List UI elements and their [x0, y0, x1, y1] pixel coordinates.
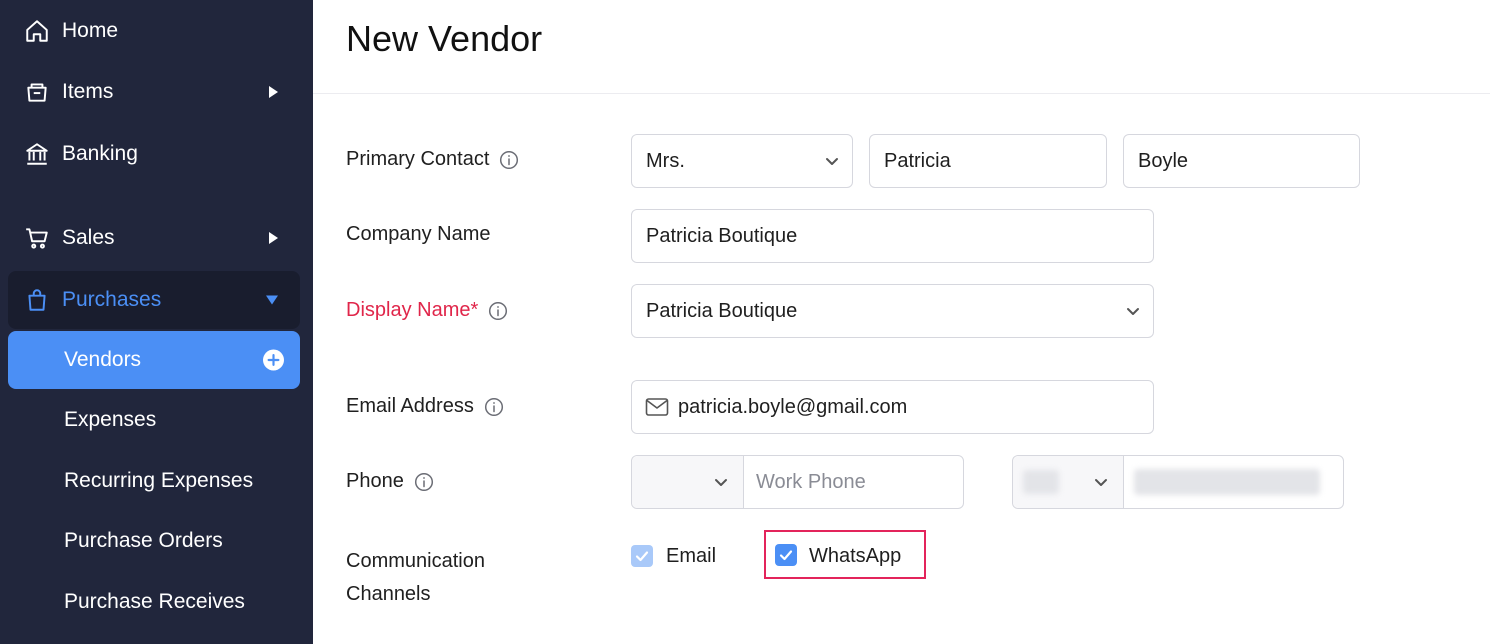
check-icon [779, 550, 793, 561]
mobile-phone-input[interactable] [1124, 456, 1344, 508]
phone-label-text: Phone [346, 470, 404, 492]
communication-channels-label-line2: Channels [346, 583, 431, 605]
sidebar-item-banking[interactable]: Banking [8, 125, 300, 183]
mail-icon [645, 397, 669, 417]
bank-icon [22, 139, 52, 169]
sidebar: Home Items Banking Sales Purchases Vendo… [0, 0, 313, 644]
sidebar-subitem-purchase-orders[interactable]: Purchase Orders [8, 512, 300, 570]
header-divider [313, 93, 1490, 94]
sidebar-item-label: Items [62, 80, 114, 103]
sidebar-subitem-recurring-expenses[interactable]: Recurring Expenses [8, 452, 300, 510]
home-icon [22, 16, 52, 46]
primary-contact-label-text: Primary Contact [346, 148, 490, 170]
info-icon[interactable] [484, 397, 504, 417]
sidebar-item-purchases[interactable]: Purchases [8, 271, 300, 329]
salutation-select[interactable]: Mrs. [631, 134, 853, 188]
email-address-label: Email Address [346, 395, 504, 418]
work-phone-group: Work Phone [631, 455, 964, 509]
sidebar-subitem-label: Recurring Expenses [64, 469, 254, 492]
chevron-right-icon [269, 86, 278, 98]
chevron-down-icon [266, 295, 278, 305]
mobile-phone-group [1012, 455, 1344, 509]
chevron-down-icon [1127, 308, 1139, 315]
chevron-right-icon [269, 232, 278, 244]
segment-divider [743, 456, 744, 508]
email-input[interactable]: patricia.boyle@gmail.com [631, 380, 1154, 434]
sidebar-subitem-label: Purchase Orders [64, 529, 223, 552]
company-name-input[interactable]: Patricia Boutique [631, 209, 1154, 263]
sidebar-item-label: Purchases [62, 288, 162, 311]
info-icon[interactable] [414, 472, 434, 492]
info-icon[interactable] [499, 150, 519, 170]
sidebar-subitem-expenses[interactable]: Expenses [8, 391, 300, 449]
blurred-country-code [1023, 470, 1059, 494]
display-name-label-text: Display Name* [346, 299, 479, 321]
sidebar-subitem-purchase-receives[interactable]: Purchase Receives [8, 573, 300, 631]
whatsapp-channel-label: WhatsApp [809, 545, 902, 567]
email-address-label-text: Email Address [346, 395, 474, 417]
chevron-down-icon [1095, 479, 1107, 486]
phone-label: Phone [346, 470, 434, 493]
communication-channels-label: Communication Channels [346, 545, 485, 611]
sidebar-item-sales[interactable]: Sales [8, 209, 300, 267]
chevron-down-icon [826, 158, 838, 165]
sidebar-item-label: Home [62, 19, 119, 42]
chevron-down-icon [715, 479, 727, 486]
sidebar-subitem-vendors[interactable]: Vendors [8, 331, 300, 389]
company-name-label-text: Company Name [346, 223, 491, 245]
info-icon[interactable] [488, 301, 508, 321]
salutation-value: Mrs. [646, 149, 685, 172]
mobile-phone-country-select[interactable] [1013, 456, 1123, 508]
add-vendor-icon[interactable] [263, 349, 284, 371]
shopping-bag-icon [22, 285, 52, 315]
email-value: patricia.boyle@gmail.com [678, 395, 908, 418]
work-phone-input[interactable]: Work Phone [756, 471, 866, 494]
blurred-phone-number [1134, 469, 1320, 495]
box-icon [22, 77, 52, 107]
company-name-value: Patricia Boutique [646, 224, 798, 247]
company-name-label: Company Name [346, 223, 491, 246]
cart-icon [22, 223, 52, 253]
work-phone-country-select[interactable] [632, 456, 743, 508]
communication-channels-label-line1: Communication [346, 550, 485, 572]
first-name-input[interactable]: Patricia [869, 134, 1107, 188]
check-icon [635, 551, 649, 562]
display-name-label: Display Name* [346, 299, 508, 322]
last-name-input[interactable]: Boyle [1123, 134, 1360, 188]
sidebar-subitem-label: Purchase Receives [64, 590, 245, 613]
email-channel-label: Email [666, 545, 717, 567]
last-name-value: Boyle [1138, 149, 1189, 172]
sidebar-item-home[interactable]: Home [8, 2, 300, 60]
sidebar-item-label: Banking [62, 142, 138, 165]
primary-contact-label: Primary Contact [346, 148, 519, 171]
sidebar-subitem-label: Vendors [64, 348, 142, 371]
display-name-select[interactable]: Patricia Boutique [631, 284, 1154, 338]
first-name-value: Patricia [884, 149, 951, 172]
sidebar-item-label: Sales [62, 226, 115, 249]
display-name-value: Patricia Boutique [646, 299, 798, 322]
sidebar-item-items[interactable]: Items [8, 63, 300, 121]
page-title: New Vendor [346, 18, 543, 59]
whatsapp-channel-checkbox[interactable] [775, 544, 797, 566]
sidebar-subitem-label: Expenses [64, 408, 157, 431]
email-channel-checkbox[interactable] [631, 545, 653, 567]
